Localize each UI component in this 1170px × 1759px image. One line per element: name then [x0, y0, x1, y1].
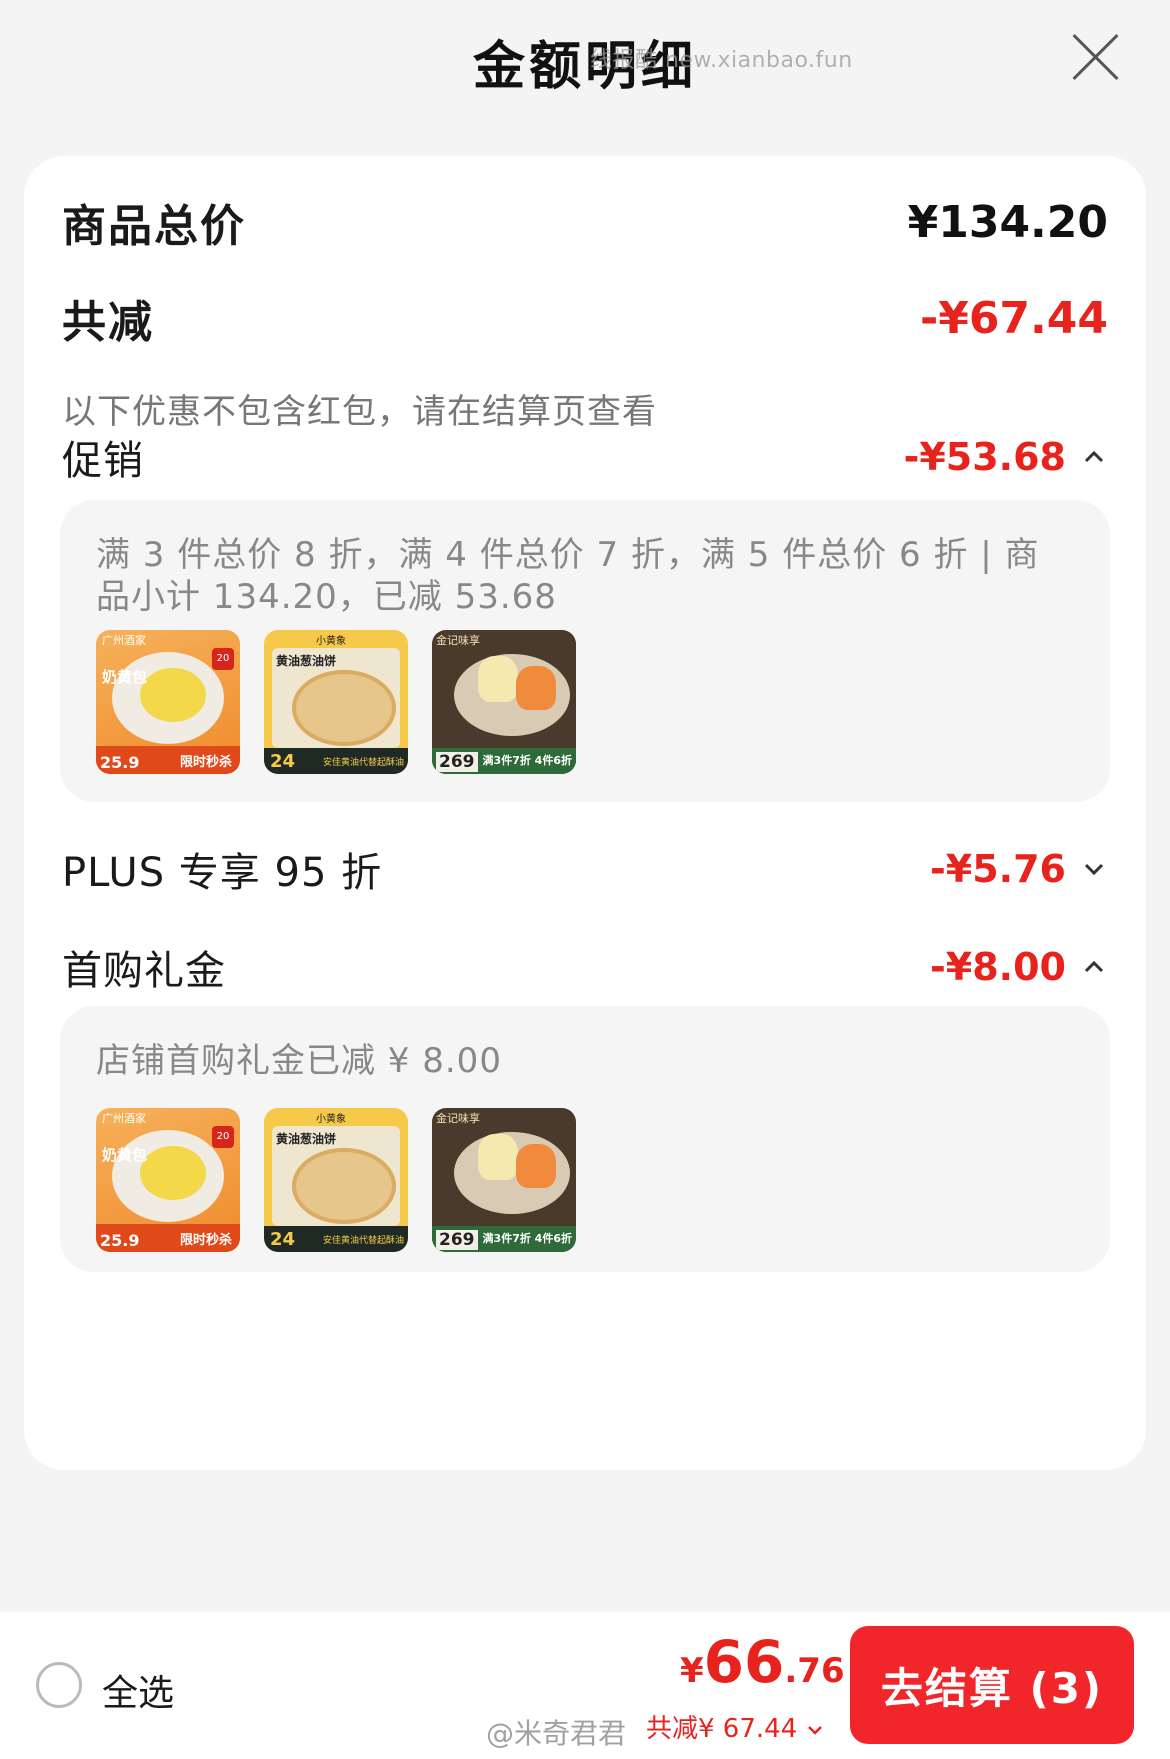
discount-row: 共减 -¥67.44 — [62, 286, 1108, 350]
firstbuy-label: 首购礼金 — [62, 948, 226, 994]
select-all-label[interactable]: 全选 — [102, 1664, 174, 1716]
watermark: @米奇君君 — [486, 1717, 627, 1750]
total-label: 商品总价 — [62, 201, 246, 252]
discount-value: -¥67.44 — [919, 292, 1108, 344]
promo-value: -¥53.68 — [903, 435, 1066, 479]
product-tag: 限时秒杀 — [179, 1233, 232, 1248]
product-tag: 满3件7折 4件6折 — [482, 754, 572, 767]
total-value: ¥134.20 — [907, 196, 1108, 248]
product-tag: 满3件7折 4件6折 — [482, 1232, 572, 1245]
firstbuy-thumbnails: 广州酒家 20 奶黄包 25.9 限时秒杀 小黄象 黄油葱油饼 24 安佳黄油代… — [96, 1108, 576, 1252]
promo-row[interactable]: 促销 -¥53.68 — [62, 428, 1108, 486]
watermark: 线报酷 new.xianbao.fun — [590, 48, 853, 73]
total-dec: .76 — [784, 1651, 845, 1691]
product-image — [292, 670, 396, 746]
close-icon[interactable] — [1068, 30, 1122, 84]
plus-label: PLUS 专享 95 折 — [62, 850, 383, 896]
product-tag: 安佳黄油代替起酥油 — [322, 758, 404, 768]
product-brand: 广州酒家 — [102, 1112, 146, 1125]
product-name: 黄油葱油饼 — [276, 654, 337, 668]
product-thumbnail[interactable]: 金记味享 269 满3件7折 4件6折 — [432, 630, 576, 774]
promo-detail: 满 3 件总价 8 折，满 4 件总价 7 折，满 5 件总价 6 折 | 商品… — [96, 535, 1040, 617]
plus-value: -¥5.76 — [930, 847, 1066, 891]
product-name: 奶黄包 — [102, 668, 148, 686]
product-brand: 小黄象 — [316, 1114, 346, 1125]
discount-note: 以下优惠不包含红包，请在结算页查看 — [62, 392, 657, 432]
product-image — [140, 1146, 206, 1200]
product-brand: 广州酒家 — [102, 634, 146, 647]
amount-card: 商品总价 ¥134.20 共减 -¥67.44 以下优惠不包含红包，请在结算页查… — [24, 156, 1146, 1470]
bottom-bar: 全选 ¥66.76 共减¥ 67.44 @米奇君君 去结算 (3) — [0, 1612, 1170, 1759]
product-tag: 限时秒杀 — [179, 755, 232, 770]
product-name: 奶黄包 — [102, 1146, 148, 1164]
chevron-down-icon — [807, 1725, 822, 1735]
chevron-up-icon[interactable] — [1080, 953, 1108, 981]
saved-amount: 共减¥ 67.44 — [646, 1714, 798, 1744]
product-price: 269 — [436, 752, 478, 772]
product-thumbnail[interactable]: 广州酒家 20 奶黄包 25.9 限时秒杀 — [96, 630, 240, 774]
saved-amount-toggle[interactable]: 共减¥ 67.44 — [646, 1708, 824, 1745]
product-price: 269 — [436, 1230, 478, 1250]
product-price: 25.9 — [100, 753, 140, 772]
product-thumbnail[interactable]: 小黄象 黄油葱油饼 24 安佳黄油代替起酥油 — [264, 630, 408, 774]
select-all-checkbox[interactable] — [36, 1662, 82, 1708]
product-thumbnail[interactable]: 广州酒家 20 奶黄包 25.9 限时秒杀 — [96, 1108, 240, 1252]
product-price: 25.9 — [100, 1231, 140, 1250]
product-image — [478, 1134, 518, 1180]
firstbuy-row[interactable]: 首购礼金 -¥8.00 — [62, 938, 1108, 996]
checkout-button[interactable]: 去结算 (3) — [850, 1626, 1134, 1744]
product-image — [140, 668, 206, 722]
product-name: 黄油葱油饼 — [276, 1132, 337, 1146]
promo-label: 促销 — [62, 438, 144, 484]
firstbuy-panel: 店铺首购礼金已减 ¥ 8.00 广州酒家 20 奶黄包 25.9 限时秒杀 小黄… — [60, 1006, 1110, 1272]
plus-row[interactable]: PLUS 专享 95 折 -¥5.76 — [62, 840, 1108, 898]
firstbuy-value: -¥8.00 — [930, 945, 1066, 989]
amount-detail-sheet: 金额明细 线报酷 new.xianbao.fun 商品总价 ¥134.20 共减… — [0, 0, 1170, 1612]
product-image — [516, 666, 556, 710]
product-image — [292, 1148, 396, 1224]
firstbuy-detail: 店铺首购礼金已减 ¥ 8.00 — [96, 1041, 502, 1081]
product-brand: 金记味享 — [436, 634, 480, 647]
product-brand: 小黄象 — [316, 636, 346, 647]
product-brand: 金记味享 — [436, 1112, 480, 1125]
product-tag: 安佳黄油代替起酥油 — [322, 1236, 404, 1246]
total-currency: ¥ — [680, 1651, 704, 1691]
product-thumbnail[interactable]: 金记味享 269 满3件7折 4件6折 — [432, 1108, 576, 1252]
discount-label: 共减 — [62, 297, 154, 348]
product-badge: 20 — [212, 1126, 234, 1148]
promo-thumbnails: 广州酒家 20 奶黄包 25.9 限时秒杀 小黄象 黄油葱油饼 24 安佳黄油代… — [96, 630, 576, 774]
chevron-down-icon[interactable] — [1080, 855, 1108, 883]
chevron-up-icon[interactable] — [1080, 443, 1108, 471]
product-badge: 20 — [212, 648, 234, 670]
product-thumbnail[interactable]: 小黄象 黄油葱油饼 24 安佳黄油代替起酥油 — [264, 1108, 408, 1252]
page-title: 金额明细 — [472, 37, 697, 97]
total-price: ¥66.76 — [680, 1628, 845, 1696]
product-price: 24 — [270, 1229, 296, 1250]
product-image — [478, 656, 518, 702]
product-image — [516, 1144, 556, 1188]
total-int: 66 — [703, 1628, 785, 1696]
product-price: 24 — [270, 751, 296, 772]
total-row: 商品总价 ¥134.20 — [62, 190, 1108, 254]
promo-panel: 满 3 件总价 8 折，满 4 件总价 7 折，满 5 件总价 6 折 | 商品… — [60, 500, 1110, 802]
